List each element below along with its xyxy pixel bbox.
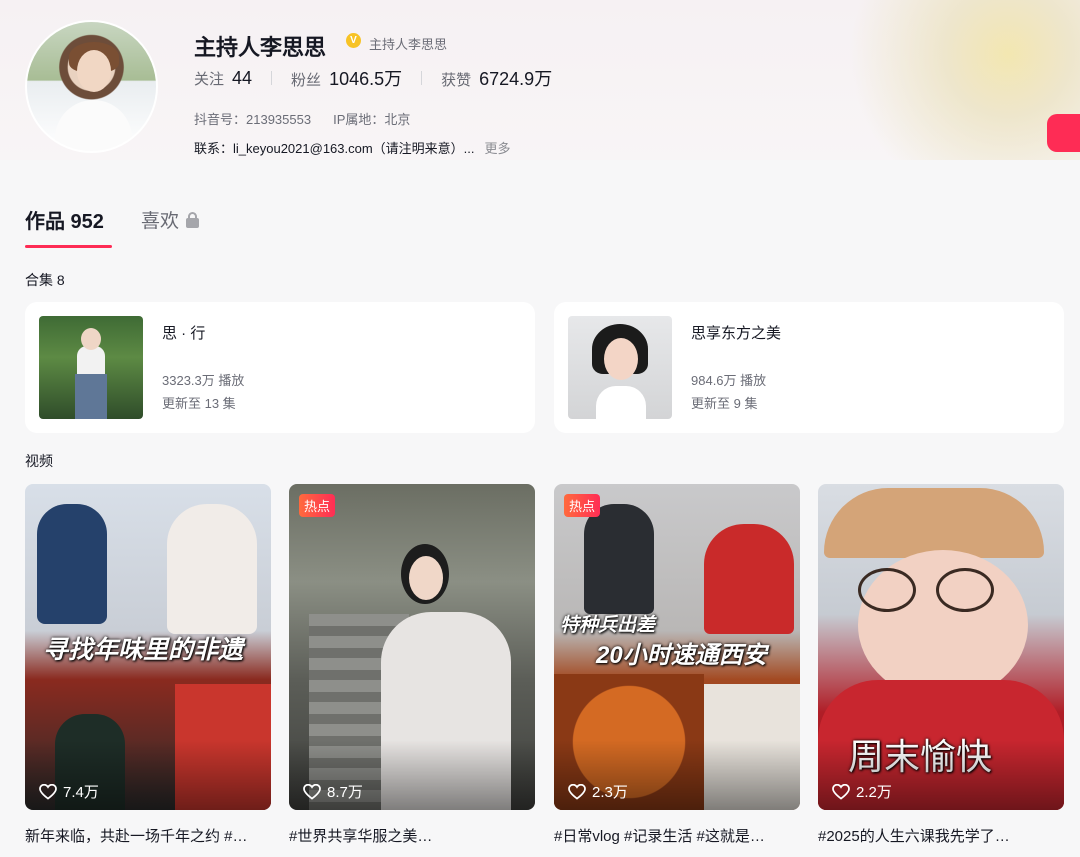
video-card[interactable]: 周末愉快 2.2万 [818, 484, 1064, 810]
video-caption[interactable]: #2025的人生六课我先学了… [818, 825, 1068, 846]
likes-stat: 获赞 6724.9万 [441, 65, 552, 91]
heart-icon [39, 783, 57, 800]
divider [271, 71, 273, 85]
video-caption[interactable]: #世界共享华服之美… [289, 825, 539, 846]
like-count: 7.4万 [63, 784, 99, 801]
verified-icon: V [346, 33, 361, 48]
heart-icon [568, 783, 586, 800]
collection-episodes: 更新至 13 集 [162, 396, 236, 411]
hot-badge: 热点 [564, 494, 601, 517]
profile-meta: 抖音号：213935553 IP属地：北京 [194, 109, 432, 128]
hot-badge: 热点 [299, 494, 336, 517]
like-count: 2.3万 [592, 784, 628, 801]
stat-value: 6724.9万 [479, 69, 553, 89]
douyin-id: 抖音号：213935553 [194, 112, 312, 127]
stat-label: 粉丝 [291, 72, 322, 89]
video-overlay-text: 寻找年味里的非遗 [43, 636, 244, 664]
contact-info: 联系：li_keyou2021@163.com（请注明来意）... 更多 [194, 138, 511, 157]
video-overlay-text: 特种兵出差 [560, 615, 656, 636]
video-likes: 2.2万 [832, 781, 892, 802]
collection-episodes: 更新至 9 集 [691, 396, 758, 411]
tab-likes[interactable]: 喜欢 [141, 206, 200, 233]
stat-value: 44 [232, 67, 253, 88]
videos-title: 视频 [25, 453, 53, 469]
followers-stat[interactable]: 粉丝 1046.5万 [291, 65, 402, 91]
tab-likes-label: 喜欢 [141, 211, 180, 232]
video-likes: 8.7万 [303, 781, 363, 802]
video-caption[interactable]: 新年来临，共赴一场千年之约 #… [25, 825, 275, 846]
video-card[interactable]: 寻找年味里的非遗 7.4万 [25, 484, 271, 810]
stat-label: 关注 [194, 70, 225, 88]
collection-plays: 984.6万 播放 [691, 373, 767, 388]
lock-icon [186, 211, 200, 228]
video-likes: 2.3万 [568, 781, 628, 802]
verify-text: 主持人李思思 [369, 37, 448, 52]
collection-thumbnail [568, 316, 672, 419]
divider [421, 71, 423, 85]
video-likes: 7.4万 [39, 781, 99, 802]
heart-icon [832, 783, 850, 800]
avatar[interactable] [25, 20, 158, 153]
profile-stats: 关注 44 粉丝 1046.5万 获赞 6724.9万 [194, 65, 552, 91]
side-action-button[interactable] [1047, 114, 1080, 152]
collection-thumbnail [39, 316, 143, 419]
collection-card[interactable]: 思 · 行 3323.3万 播放 更新至 13 集 [25, 302, 535, 433]
collection-card[interactable]: 思享东方之美 984.6万 播放 更新至 9 集 [554, 302, 1064, 433]
like-count: 2.2万 [856, 784, 892, 801]
video-overlay-text: 20小时速通西安 [596, 642, 767, 669]
heart-icon [303, 783, 321, 800]
collection-title: 思 · 行 [162, 325, 206, 342]
video-caption[interactable]: #日常vlog #记录生活 #这就是… [554, 825, 804, 846]
like-count: 8.7万 [327, 784, 363, 801]
collection-plays: 3323.3万 播放 [162, 373, 245, 388]
video-card[interactable]: 热点 8.7万 [289, 484, 535, 810]
active-tab-indicator [25, 245, 112, 248]
collections-title: 合集 8 [25, 272, 65, 288]
stat-label: 获赞 [441, 72, 472, 89]
contact-text: 联系：li_keyou2021@163.com（请注明来意）... [194, 141, 475, 156]
stat-value: 1046.5万 [329, 69, 403, 89]
tab-works[interactable]: 作品 952 [25, 205, 104, 234]
ip-location: IP属地：北京 [333, 112, 411, 127]
more-link[interactable]: 更多 [485, 141, 511, 156]
collection-title: 思享东方之美 [691, 325, 782, 342]
video-card[interactable]: 热点 特种兵出差 20小时速通西安 2.3万 [554, 484, 800, 810]
user-name: 主持人李思思 [194, 35, 327, 60]
following-stat[interactable]: 关注 44 [194, 68, 252, 89]
